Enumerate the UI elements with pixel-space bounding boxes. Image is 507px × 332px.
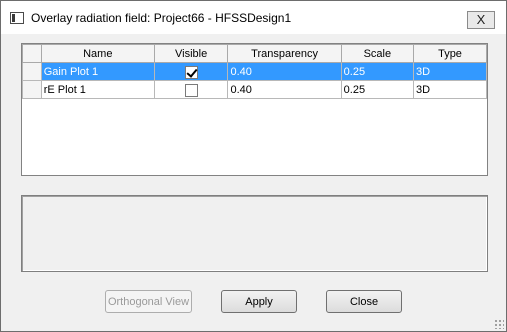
plots-grid: Name Visible Transparency Scale Type Gai…: [21, 43, 488, 176]
resize-grip[interactable]: [494, 319, 504, 329]
visible-cell[interactable]: [153, 80, 229, 99]
transparency-cell[interactable]: 0.40: [227, 62, 342, 81]
row-header-cell[interactable]: [22, 62, 42, 81]
close-button[interactable]: Close: [326, 290, 402, 313]
plots-table: Name Visible Transparency Scale Type Gai…: [22, 44, 487, 99]
visible-cell[interactable]: [153, 62, 229, 81]
column-header-transparency[interactable]: Transparency: [227, 44, 342, 63]
column-header-type[interactable]: Type: [413, 44, 487, 63]
window-title: Overlay radiation field: Project66 - HFS…: [31, 11, 292, 25]
table-row[interactable]: rE Plot 1 0.40 0.25 3D: [22, 80, 487, 99]
corner-header-cell[interactable]: [22, 44, 42, 63]
table-row[interactable]: Gain Plot 1 0.40 0.25 3D: [22, 62, 487, 81]
window-app-icon: [10, 12, 24, 24]
apply-button[interactable]: Apply: [221, 290, 297, 313]
column-header-scale[interactable]: Scale: [340, 44, 415, 63]
type-cell[interactable]: 3D: [413, 80, 487, 99]
orthogonal-view-button[interactable]: Orthogonal View: [105, 290, 192, 313]
column-header-visible[interactable]: Visible: [153, 44, 229, 63]
transparency-cell[interactable]: 0.40: [227, 80, 342, 99]
type-cell[interactable]: 3D: [413, 62, 487, 81]
properties-panel: [21, 195, 488, 272]
column-header-name[interactable]: Name: [40, 44, 155, 63]
visible-checkbox[interactable]: [184, 83, 198, 97]
header-row: Name Visible Transparency Scale Type: [22, 44, 487, 63]
close-window-button[interactable]: X: [467, 11, 495, 29]
name-cell[interactable]: rE Plot 1: [40, 80, 155, 99]
dialog-window: Overlay radiation field: Project66 - HFS…: [0, 0, 507, 332]
row-header-cell[interactable]: [22, 80, 42, 99]
scale-cell[interactable]: 0.25: [340, 62, 415, 81]
name-cell[interactable]: Gain Plot 1: [40, 62, 155, 81]
title-bar[interactable]: Overlay radiation field: Project66 - HFS…: [1, 1, 506, 34]
scale-cell[interactable]: 0.25: [340, 80, 415, 99]
visible-checkbox[interactable]: [184, 65, 198, 79]
